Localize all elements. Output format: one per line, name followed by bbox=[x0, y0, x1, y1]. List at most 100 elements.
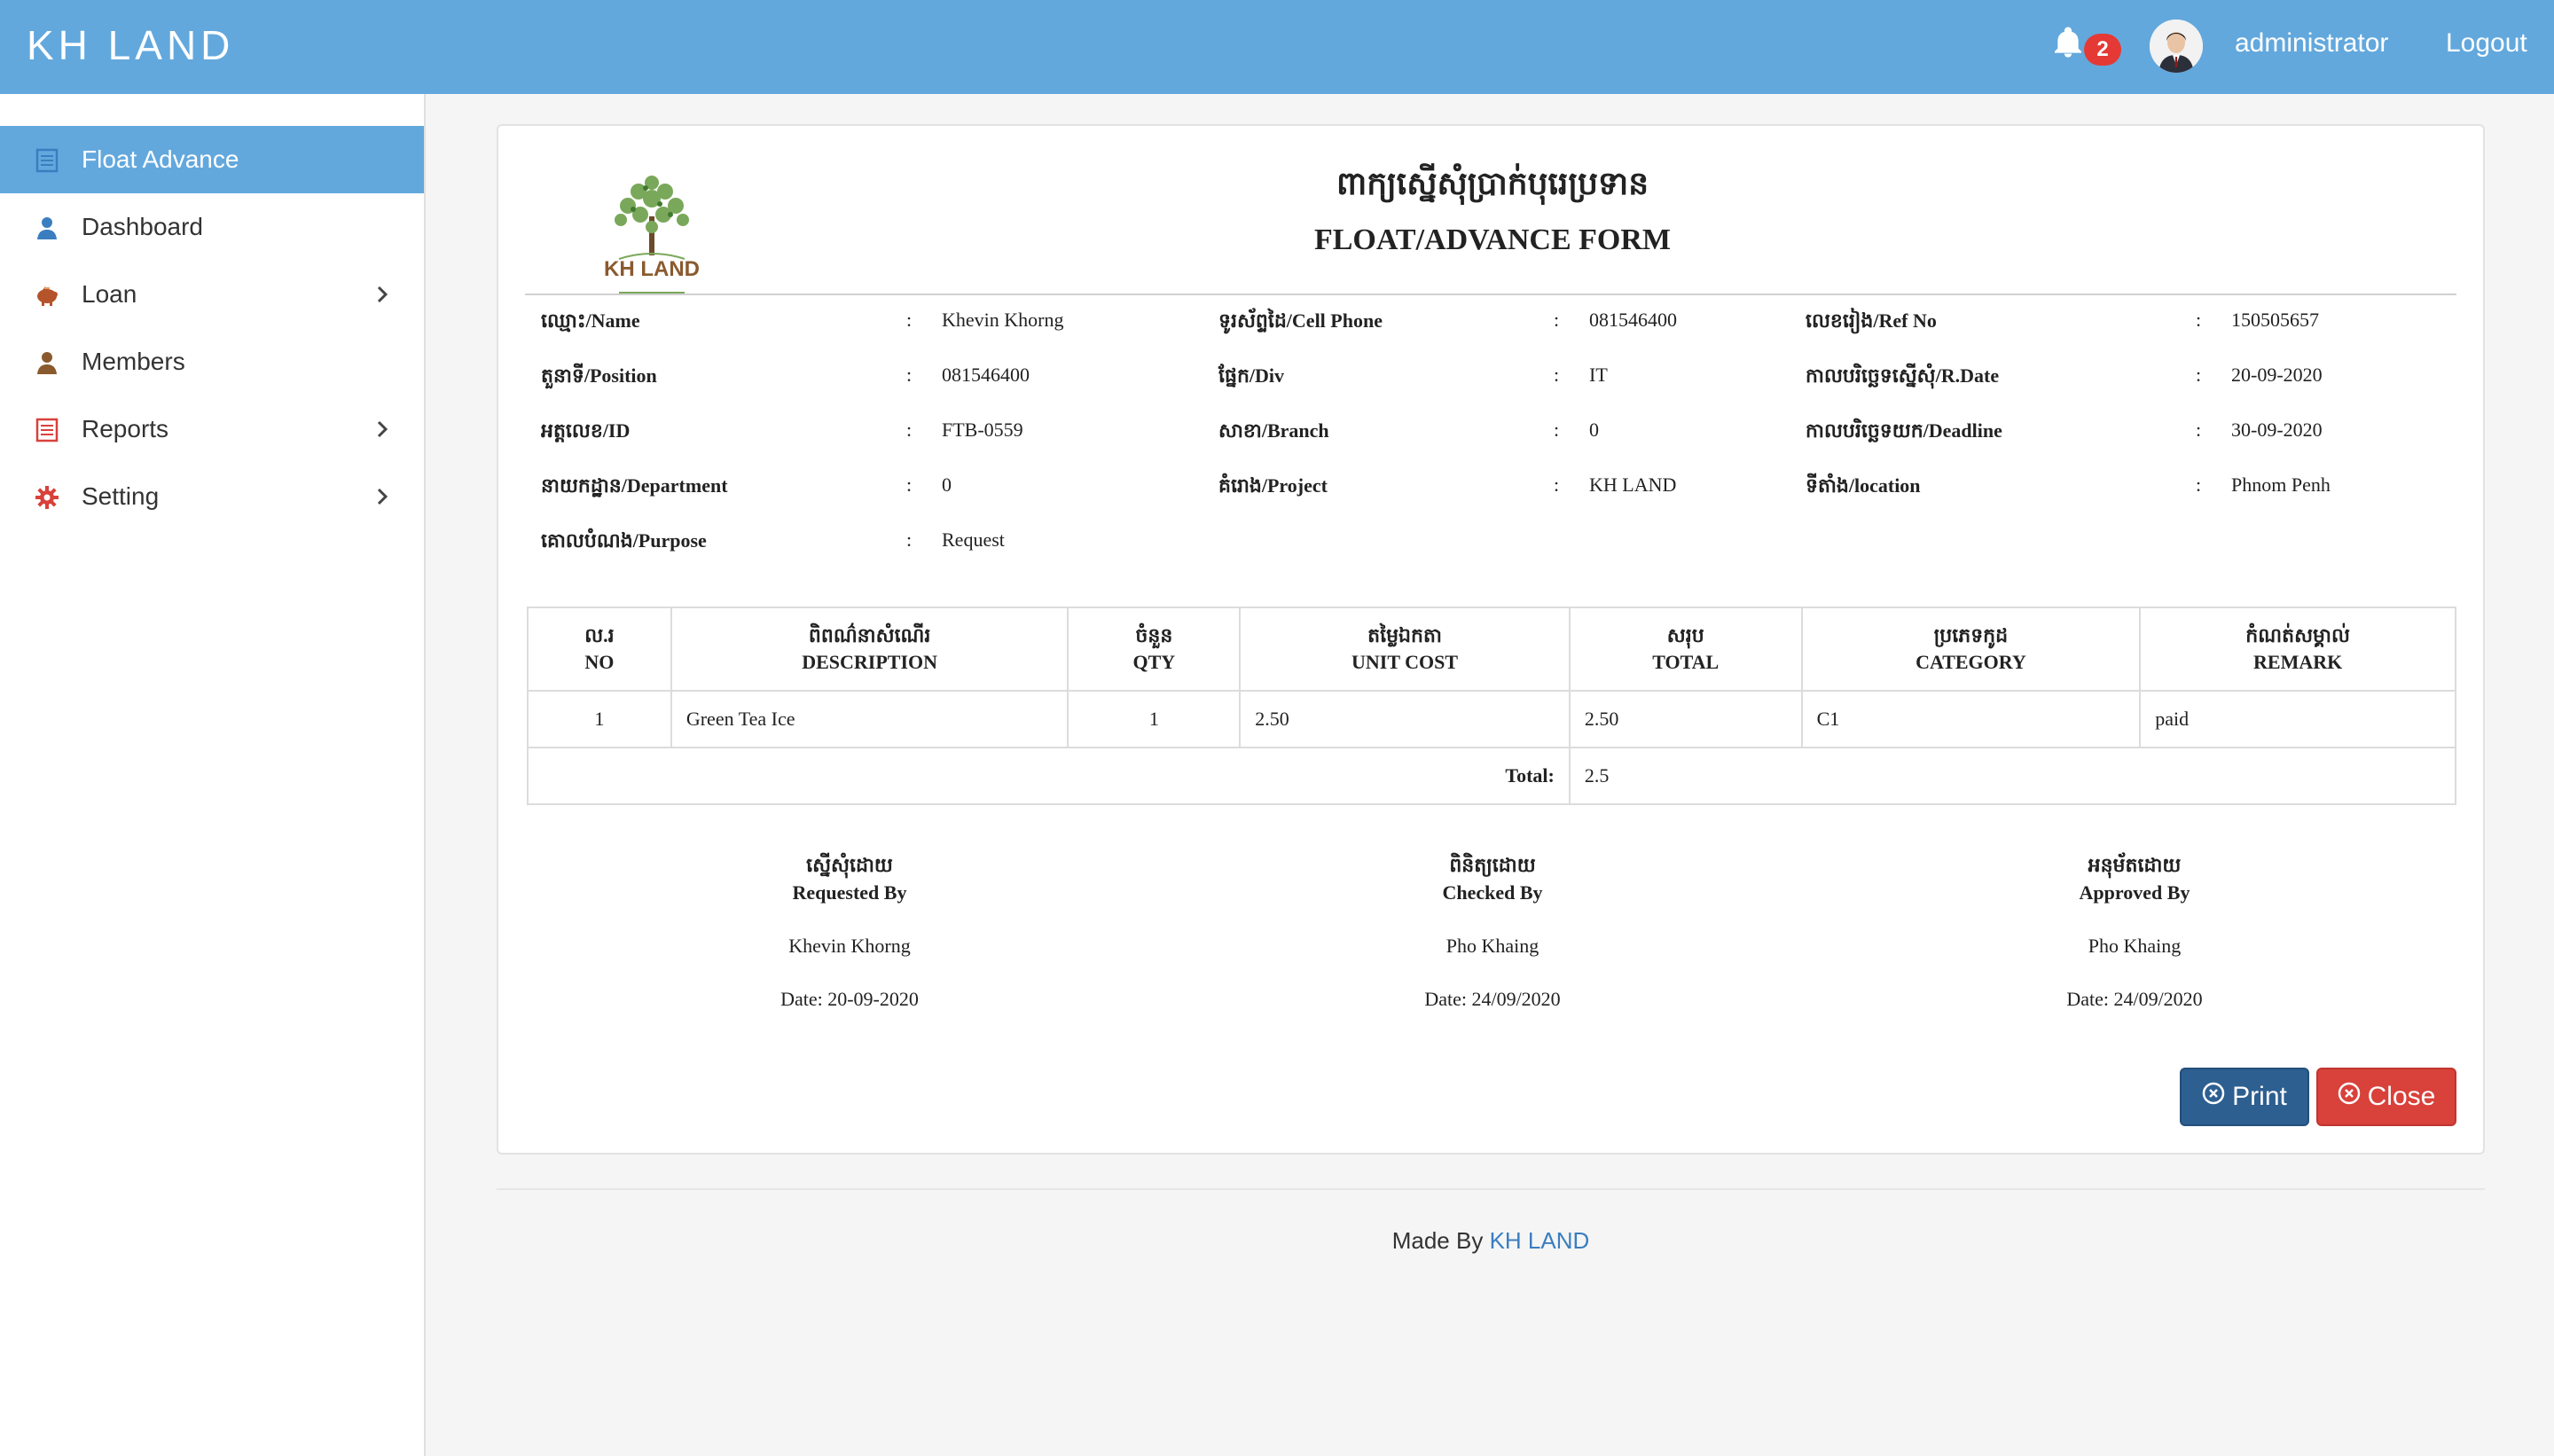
project-label: គំរោង/Project bbox=[1218, 474, 1328, 497]
user-avatar[interactable] bbox=[2150, 20, 2203, 73]
approved-by-date: Date: 24/09/2020 bbox=[2066, 988, 2203, 1010]
sidebar-item-label: Setting bbox=[82, 482, 160, 510]
table-header-row: ល.រ NO ពិពណ៌នាសំណើរ DESCRIPTION ចំនួន QTY ត… bbox=[527, 607, 2456, 692]
footer-link[interactable]: KH LAND bbox=[1490, 1227, 1590, 1254]
sidebar-item-label: Loan bbox=[82, 280, 137, 308]
location-separator: : bbox=[2196, 474, 2202, 496]
circle-x-icon bbox=[2338, 1082, 2361, 1112]
total-label: Total: bbox=[527, 747, 1571, 805]
chevron-right-icon bbox=[371, 417, 394, 442]
position-value: 081546400 bbox=[942, 364, 1030, 386]
id-separator: : bbox=[906, 419, 913, 441]
r-date-separator: : bbox=[2196, 364, 2202, 386]
div-separator: : bbox=[1554, 364, 1560, 386]
notification-bell-icon[interactable] bbox=[2050, 23, 2089, 66]
member-icon bbox=[34, 349, 60, 376]
table-total-row: Total: 2.5 bbox=[527, 747, 2457, 805]
cell-phone-value: 081546400 bbox=[1589, 309, 1677, 331]
ref-no-separator: : bbox=[2196, 309, 2202, 331]
approved-by-name: Pho Khaing bbox=[2088, 935, 2182, 957]
cell-no: 1 bbox=[527, 690, 672, 748]
name-value: Khevin Khorng bbox=[942, 309, 1064, 331]
column-header-qty: ចំនួន QTY bbox=[1067, 607, 1242, 692]
checked-by-date: Date: 24/09/2020 bbox=[1424, 988, 1561, 1010]
circle-x-icon bbox=[2202, 1082, 2225, 1112]
close-button[interactable]: Close bbox=[2316, 1068, 2456, 1126]
cell-description: Green Tea Ice bbox=[670, 690, 1069, 748]
column-header-total: សរុប TOTAL bbox=[1568, 607, 1803, 692]
cell-category: C1 bbox=[1800, 690, 2142, 748]
piggy-bank-icon bbox=[34, 282, 60, 309]
cell-phone-separator: : bbox=[1554, 309, 1560, 331]
location-label: ទីតាំង/location bbox=[1806, 474, 1921, 497]
logout-link[interactable]: Logout bbox=[2446, 28, 2527, 59]
print-button[interactable]: Print bbox=[2180, 1068, 2309, 1126]
logo-text: KH LAND bbox=[604, 257, 700, 281]
sidebar-item-setting[interactable]: Setting bbox=[0, 463, 424, 530]
cell-qty: 1 bbox=[1067, 690, 1242, 748]
department-separator: : bbox=[906, 474, 913, 496]
print-button-label: Print bbox=[2232, 1082, 2287, 1111]
purpose-value: Request bbox=[942, 528, 1005, 551]
header-divider bbox=[525, 294, 2456, 295]
checked-by-label: Checked By bbox=[1442, 881, 1543, 904]
chevron-right-icon bbox=[371, 484, 394, 509]
deadline-value: 30-09-2020 bbox=[2231, 419, 2323, 441]
cell-total: 2.50 bbox=[1568, 690, 1803, 748]
report-icon bbox=[34, 417, 60, 443]
checked-by-block: ពិនិត្យដោយ Checked By Pho Khaing Date: 2… bbox=[1315, 853, 1670, 1011]
checked-by-name: Pho Khaing bbox=[1445, 935, 1539, 957]
footer: Made By KH LAND bbox=[497, 1227, 2485, 1255]
top-navbar: KH LAND 2 administrator Logout bbox=[0, 0, 2554, 94]
sidebar-item-dashboard[interactable]: Dashboard bbox=[0, 193, 424, 261]
sidebar-item-members[interactable]: Members bbox=[0, 328, 424, 395]
div-label: ផ្នែក/Div bbox=[1218, 364, 1285, 387]
checked-by-label-kh: ពិនិត្យដោយ bbox=[1449, 854, 1536, 876]
requested-by-label-kh: ស្នើសុំដោយ bbox=[806, 854, 893, 876]
requested-by-name: Khevin Khorng bbox=[788, 935, 911, 957]
project-value: KH LAND bbox=[1589, 474, 1677, 496]
project-separator: : bbox=[1554, 474, 1560, 496]
sidebar-item-float-advance[interactable]: Float Advance bbox=[0, 126, 424, 193]
ref-no-label: លេខរៀង/Ref No bbox=[1806, 309, 1937, 332]
total-value: 2.5 bbox=[1568, 747, 2457, 805]
department-label: នាយកដ្ឋាន/Department bbox=[541, 474, 728, 497]
notification-count-badge[interactable]: 2 bbox=[2084, 34, 2121, 66]
requested-by-block: ស្នើសុំដោយ Requested By Khevin Khorng Da… bbox=[672, 853, 1027, 1011]
id-label: អត្តលេខ/ID bbox=[541, 419, 631, 442]
position-separator: : bbox=[906, 364, 913, 386]
column-header-description: ពិពណ៌នាសំណើរ DESCRIPTION bbox=[670, 607, 1069, 692]
approved-by-label: Approved By bbox=[2079, 881, 2190, 904]
approved-by-label-kh: អនុម័តដោយ bbox=[2088, 854, 2182, 876]
footer-divider bbox=[497, 1188, 2485, 1190]
brand-logo[interactable]: KH LAND bbox=[27, 21, 234, 69]
position-label: តួនាទី/Position bbox=[541, 364, 657, 387]
requested-by-date: Date: 20-09-2020 bbox=[780, 988, 919, 1010]
id-value: FTB-0559 bbox=[942, 419, 1023, 441]
sidebar-item-label: Dashboard bbox=[82, 213, 203, 240]
chevron-right-icon bbox=[371, 282, 394, 307]
ref-no-value: 150505657 bbox=[2231, 309, 2319, 331]
branch-label: សាខា/Branch bbox=[1218, 419, 1329, 442]
name-separator: : bbox=[906, 309, 913, 331]
sidebar-item-reports[interactable]: Reports bbox=[0, 395, 424, 463]
close-button-label: Close bbox=[2367, 1082, 2436, 1111]
footer-made-by: Made By bbox=[1391, 1227, 1484, 1254]
sidebar-item-label: Float Advance bbox=[82, 145, 239, 173]
deadline-label: កាលបរិច្ឆេទយក/Deadline bbox=[1806, 419, 2002, 442]
department-value: 0 bbox=[942, 474, 952, 496]
r-date-value: 20-09-2020 bbox=[2231, 364, 2323, 386]
requested-by-label: Requested By bbox=[792, 881, 907, 904]
float-advance-form-panel: KH LAND ពាក្យស្នើសុំប្រាក់បុរេប្រទាន FLO… bbox=[497, 124, 2485, 1155]
sidebar-item-loan[interactable]: Loan bbox=[0, 261, 424, 328]
form-title: FLOAT/ADVANCE FORM bbox=[1313, 223, 1672, 256]
column-header-category: ប្រភេទកូដ CATEGORY bbox=[1800, 607, 2142, 692]
cell-unit-cost: 2.50 bbox=[1239, 690, 1571, 748]
column-header-unit-cost: តម្លៃឯកតា UNIT COST bbox=[1239, 607, 1571, 692]
column-header-no: ល.រ NO bbox=[527, 607, 672, 692]
user-name[interactable]: administrator bbox=[2235, 28, 2388, 59]
cell-phone-label: ទូរស័ព្ទដៃ/Cell Phone bbox=[1218, 309, 1383, 332]
sidebar: Float Advance Dashboard Loan Members Rep… bbox=[0, 94, 426, 1456]
location-value: Phnom Penh bbox=[2231, 474, 2331, 496]
column-header-remark: កំណត់សម្គាល់ REMARK bbox=[2139, 607, 2456, 692]
